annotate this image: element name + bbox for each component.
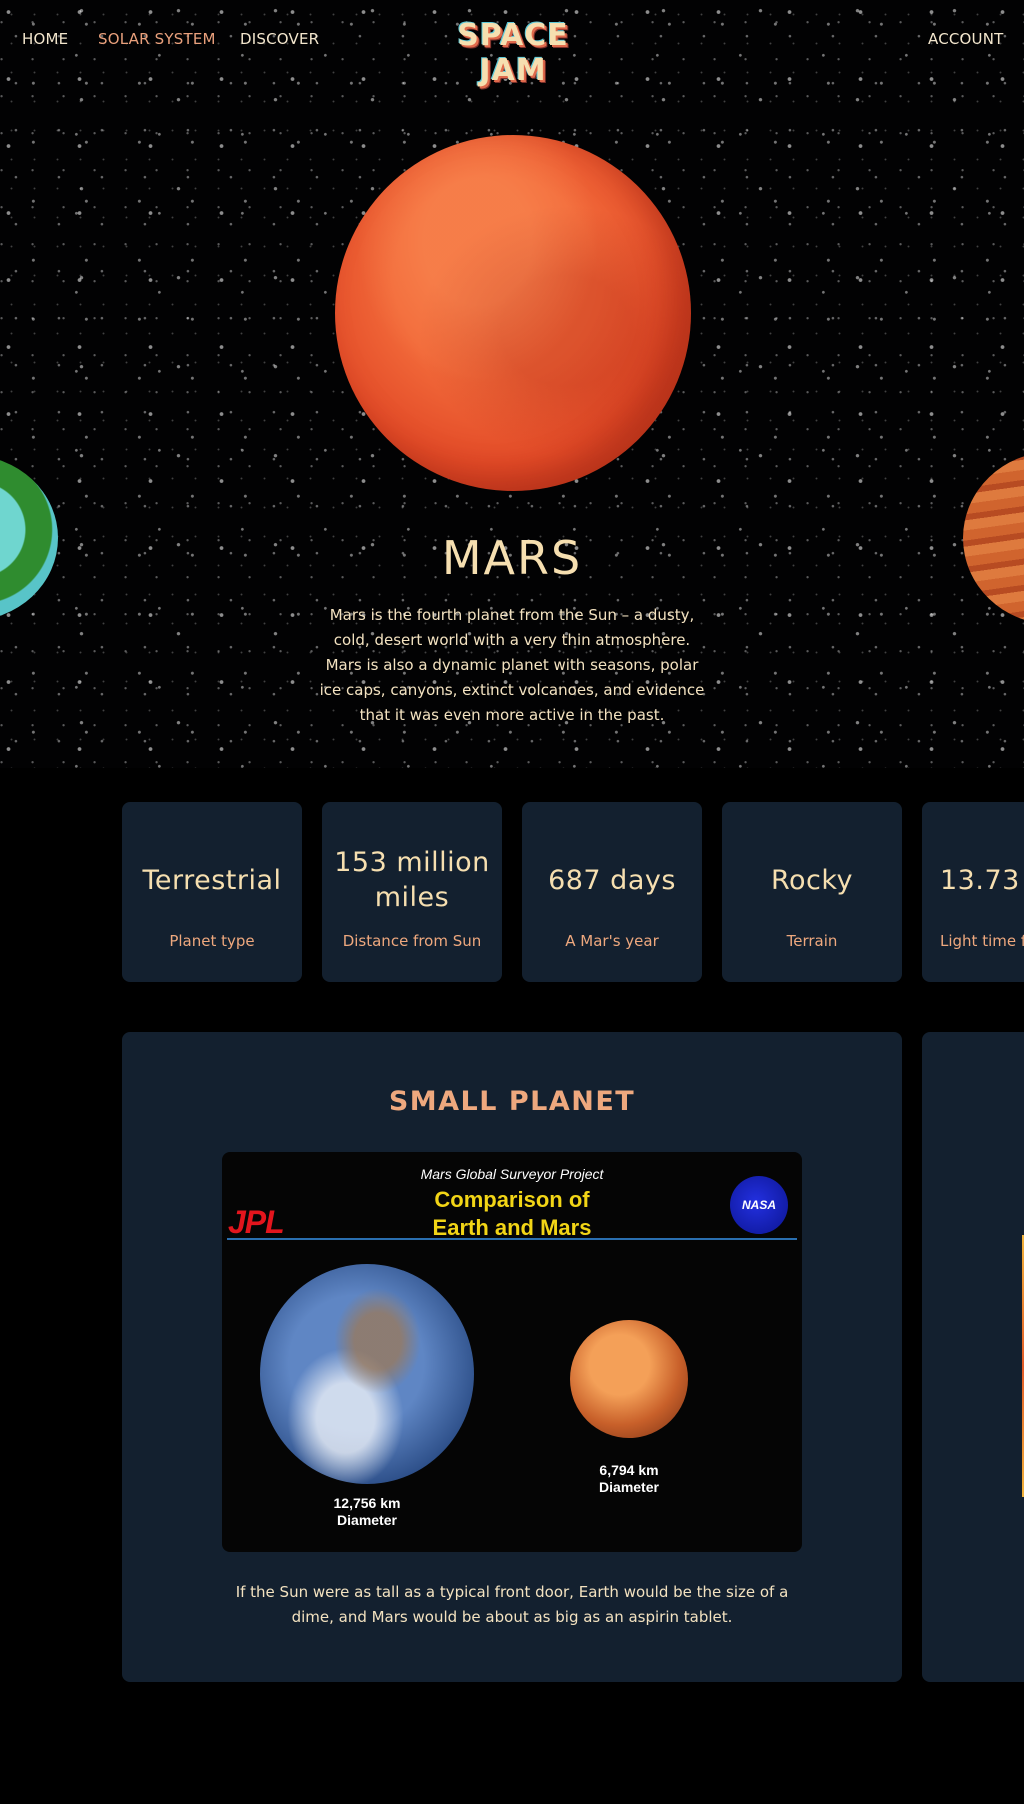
mars-globe-image bbox=[570, 1320, 688, 1438]
figure-heading: Comparison of Earth and Mars bbox=[362, 1186, 662, 1242]
stat-value: Terrestrial bbox=[142, 864, 282, 896]
earth-diameter-value: 12,756 km bbox=[333, 1495, 401, 1511]
mars-diameter-value: 6,794 km bbox=[599, 1462, 659, 1478]
stat-value: 153 million miles bbox=[334, 847, 490, 913]
planet-title: MARS bbox=[441, 531, 583, 585]
stat-card: 153 million miles Distance from Sun bbox=[322, 802, 502, 982]
nav-discover-link[interactable]: DISCOVER bbox=[240, 30, 319, 48]
stat-card: 13.73 m Light time f bbox=[922, 802, 1024, 982]
feature-text: If the Sun were as tall as a typical fro… bbox=[235, 1583, 789, 1626]
stat-label: Distance from Sun bbox=[342, 932, 482, 950]
earth-globe-image bbox=[260, 1264, 474, 1484]
mars-diameter-label: Diameter bbox=[599, 1479, 659, 1495]
planet-description: Mars is the fourth planet from the Sun –… bbox=[319, 606, 705, 724]
earth-diameter-caption: 12,756 km Diameter bbox=[327, 1495, 407, 1529]
stat-label: A Mar's year bbox=[565, 932, 659, 950]
nav-home-link[interactable]: HOME bbox=[22, 30, 68, 48]
nav-account-link[interactable]: ACCOUNT bbox=[928, 30, 1004, 48]
nav-solar-system-link[interactable]: SOLAR SYSTEM bbox=[98, 30, 216, 48]
feature-card: SMALL PLANET Mars Global Surveyor Projec… bbox=[122, 1032, 902, 1682]
jpl-logo: JPL bbox=[228, 1204, 285, 1240]
mars-diameter-caption: 6,794 km Diameter bbox=[589, 1462, 669, 1496]
stat-card: Rocky Terrain bbox=[722, 802, 902, 982]
feature-title: SMALL PLANET bbox=[388, 1086, 636, 1117]
site-logo[interactable]: SPACE JAM bbox=[418, 18, 608, 88]
earth-mars-comparison-figure: Mars Global Surveyor Project Comparison … bbox=[222, 1152, 802, 1552]
figure-divider bbox=[227, 1238, 797, 1240]
jupiter-planet-image[interactable] bbox=[963, 452, 1024, 624]
figure-heading-line: Comparison of bbox=[434, 1187, 590, 1212]
stat-card: 687 days A Mar's year bbox=[522, 802, 702, 982]
stat-value: 13.73 m bbox=[940, 864, 1024, 896]
mars-planet-image bbox=[335, 135, 691, 491]
stat-label: Planet type bbox=[169, 932, 255, 950]
stat-label: Terrain bbox=[786, 932, 838, 950]
stat-card: Terrestrial Planet type bbox=[122, 802, 302, 982]
earth-planet-image[interactable] bbox=[0, 455, 58, 621]
stat-label: Light time f bbox=[940, 932, 1024, 950]
stat-value: 687 days bbox=[548, 864, 676, 896]
stat-value: Rocky bbox=[770, 864, 854, 896]
earth-diameter-label: Diameter bbox=[337, 1512, 397, 1528]
feature-card-next bbox=[922, 1032, 1024, 1682]
nasa-logo: NASA bbox=[730, 1176, 788, 1234]
figure-project-label: Mars Global Surveyor Project bbox=[420, 1166, 604, 1182]
hero-section: HOME SOLAR SYSTEM DISCOVER SPACE JAM ACC… bbox=[0, 0, 1024, 768]
